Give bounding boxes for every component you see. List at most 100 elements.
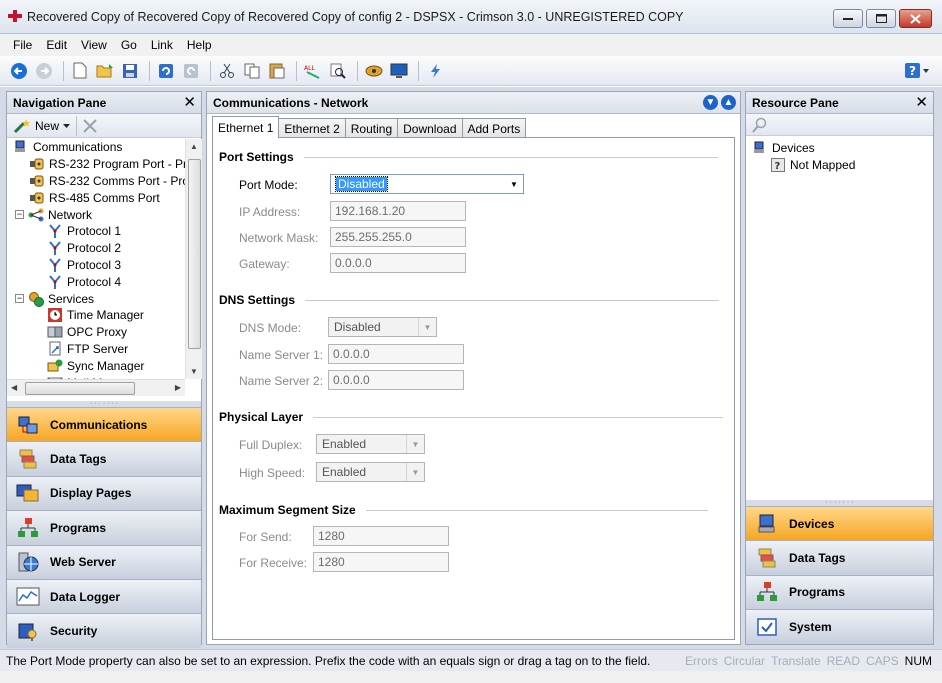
gateway-field[interactable]: 0.0.0.0: [330, 253, 466, 273]
tree-item[interactable]: RS-232 Program Port - Pr: [7, 156, 185, 173]
category-label: Devices: [789, 516, 835, 531]
tree-item[interactable]: OPC Proxy: [7, 324, 185, 341]
find-button[interactable]: [327, 60, 349, 82]
copy-button[interactable]: [241, 60, 263, 82]
tree-item[interactable]: Protocol 3: [7, 257, 185, 274]
scroll-left-icon[interactable]: ◀: [11, 383, 17, 392]
tree-item[interactable]: Communications: [7, 139, 185, 156]
name-server-1-label: Name Server 1:: [239, 348, 324, 362]
menu-go[interactable]: Go: [114, 38, 144, 52]
category-display-pages[interactable]: Display Pages: [7, 475, 201, 511]
scroll-right-icon[interactable]: ▶: [175, 383, 181, 392]
resource-category-programs[interactable]: Programs: [746, 574, 933, 610]
scrollbar-thumb[interactable]: [188, 159, 201, 349]
chevron-down-icon[interactable]: ▼: [406, 435, 424, 453]
collapse-toggle-icon[interactable]: −: [15, 210, 24, 220]
find-replace-button[interactable]: ALL: [302, 60, 324, 82]
port-mode-dropdown[interactable]: Disabled ▼: [330, 174, 524, 194]
minimize-button[interactable]: [833, 9, 863, 28]
category-communications[interactable]: Communications: [7, 407, 201, 442]
redo-icon: [184, 63, 198, 78]
tree-item-label: Sync Manager: [67, 358, 145, 373]
maximize-button[interactable]: [866, 9, 896, 28]
tree-item-label: Communications: [33, 140, 123, 155]
category-label: Display Pages: [50, 486, 132, 501]
tree-item[interactable]: − Services: [7, 290, 185, 307]
tree-item[interactable]: FTP Server: [7, 341, 185, 358]
chevron-down-icon[interactable]: ▼: [418, 318, 436, 336]
tab-ethernet-2[interactable]: Ethernet 2: [278, 118, 346, 138]
delete-icon[interactable]: [82, 118, 98, 134]
cut-button[interactable]: [216, 60, 238, 82]
paste-button[interactable]: [266, 60, 288, 82]
close-icon: [910, 13, 921, 24]
monitor-button[interactable]: [388, 60, 410, 82]
tree-item[interactable]: Time Manager: [7, 307, 185, 324]
tree-item[interactable]: RS-485 Comms Port: [7, 189, 185, 206]
tree-item[interactable]: − Network: [7, 206, 185, 223]
category-data-tags[interactable]: Data Tags: [7, 441, 201, 476]
full-duplex-dropdown[interactable]: Enabled ▼: [316, 434, 425, 454]
category-security[interactable]: Security: [7, 613, 201, 648]
menu-help[interactable]: Help: [180, 38, 219, 52]
navigate-up-icon[interactable]: ▲: [721, 95, 736, 110]
tab-routing[interactable]: Routing: [344, 118, 399, 138]
new-item-button[interactable]: New: [13, 118, 71, 134]
resource-pane-close-icon[interactable]: ✕: [915, 95, 928, 110]
chevron-down-icon[interactable]: ▼: [505, 175, 523, 193]
menu-file[interactable]: File: [6, 38, 39, 52]
chevron-down-icon[interactable]: ▼: [406, 463, 424, 481]
resource-category-system[interactable]: System: [746, 609, 933, 644]
resource-category-devices[interactable]: Devices: [746, 506, 933, 541]
tree-item[interactable]: Devices: [752, 140, 855, 157]
ip-address-field[interactable]: 192.168.1.20: [330, 201, 466, 221]
for-send-field[interactable]: 1280: [313, 526, 449, 546]
tree-item[interactable]: Protocol 4: [7, 273, 185, 290]
name-server-2-field[interactable]: 0.0.0.0: [328, 370, 464, 390]
resource-categories: · · · · · · · Devices Data Tags Programs…: [746, 499, 933, 644]
menu-link[interactable]: Link: [144, 38, 180, 52]
collapse-toggle-icon[interactable]: −: [15, 294, 24, 304]
help-button[interactable]: ?: [904, 61, 930, 81]
open-button[interactable]: [94, 60, 116, 82]
tree-item[interactable]: Sync Manager: [7, 357, 185, 374]
tab-add-ports[interactable]: Add Ports: [461, 118, 527, 138]
network-mask-field[interactable]: 255.255.255.0: [330, 227, 466, 247]
scroll-up-icon[interactable]: ▲: [190, 142, 198, 151]
toolbar: ALL: [0, 56, 942, 86]
redo-button[interactable]: [180, 60, 202, 82]
tree-item[interactable]: Protocol 2: [7, 240, 185, 257]
scrollbar-thumb[interactable]: [25, 382, 135, 395]
tree-item-label: Protocol 3: [67, 257, 122, 272]
tree-item[interactable]: ? Not Mapped: [752, 157, 855, 174]
tab-download[interactable]: Download: [397, 118, 463, 138]
navigate-down-icon[interactable]: ▼: [703, 95, 718, 110]
category-data-logger[interactable]: Data Logger: [7, 578, 201, 614]
high-speed-dropdown[interactable]: Enabled ▼: [316, 462, 425, 482]
name-server-1-field[interactable]: 0.0.0.0: [328, 344, 464, 364]
new-file-button[interactable]: [69, 60, 91, 82]
save-button[interactable]: [119, 60, 141, 82]
navigation-tree-horizontal-scrollbar[interactable]: ◀ ▶: [7, 379, 185, 396]
send-button[interactable]: [424, 60, 446, 82]
scroll-down-icon[interactable]: ▼: [190, 367, 198, 376]
link-button[interactable]: [363, 60, 385, 82]
forward-button[interactable]: [33, 60, 55, 82]
navigation-tree-vertical-scrollbar[interactable]: ▲ ▼: [185, 139, 202, 379]
menu-view[interactable]: View: [74, 38, 114, 52]
menu-edit[interactable]: Edit: [39, 38, 74, 52]
category-programs[interactable]: Programs: [7, 510, 201, 545]
dns-mode-dropdown[interactable]: Disabled ▼: [328, 317, 437, 337]
category-web-server[interactable]: Web Server: [7, 544, 201, 579]
undo-button[interactable]: [155, 60, 177, 82]
tree-item[interactable]: Protocol 1: [7, 223, 185, 240]
resource-category-data-tags[interactable]: Data Tags: [746, 540, 933, 575]
close-button[interactable]: [899, 9, 932, 28]
tab-ethernet-1[interactable]: Ethernet 1: [212, 116, 280, 138]
search-icon[interactable]: [752, 117, 768, 133]
navigation-pane-close-icon[interactable]: ✕: [183, 95, 196, 110]
tree-item[interactable]: RS-232 Comms Port - Pro: [7, 173, 185, 190]
back-button[interactable]: [8, 60, 30, 82]
for-receive-field[interactable]: 1280: [313, 552, 449, 572]
protocol-icon: [47, 241, 63, 256]
